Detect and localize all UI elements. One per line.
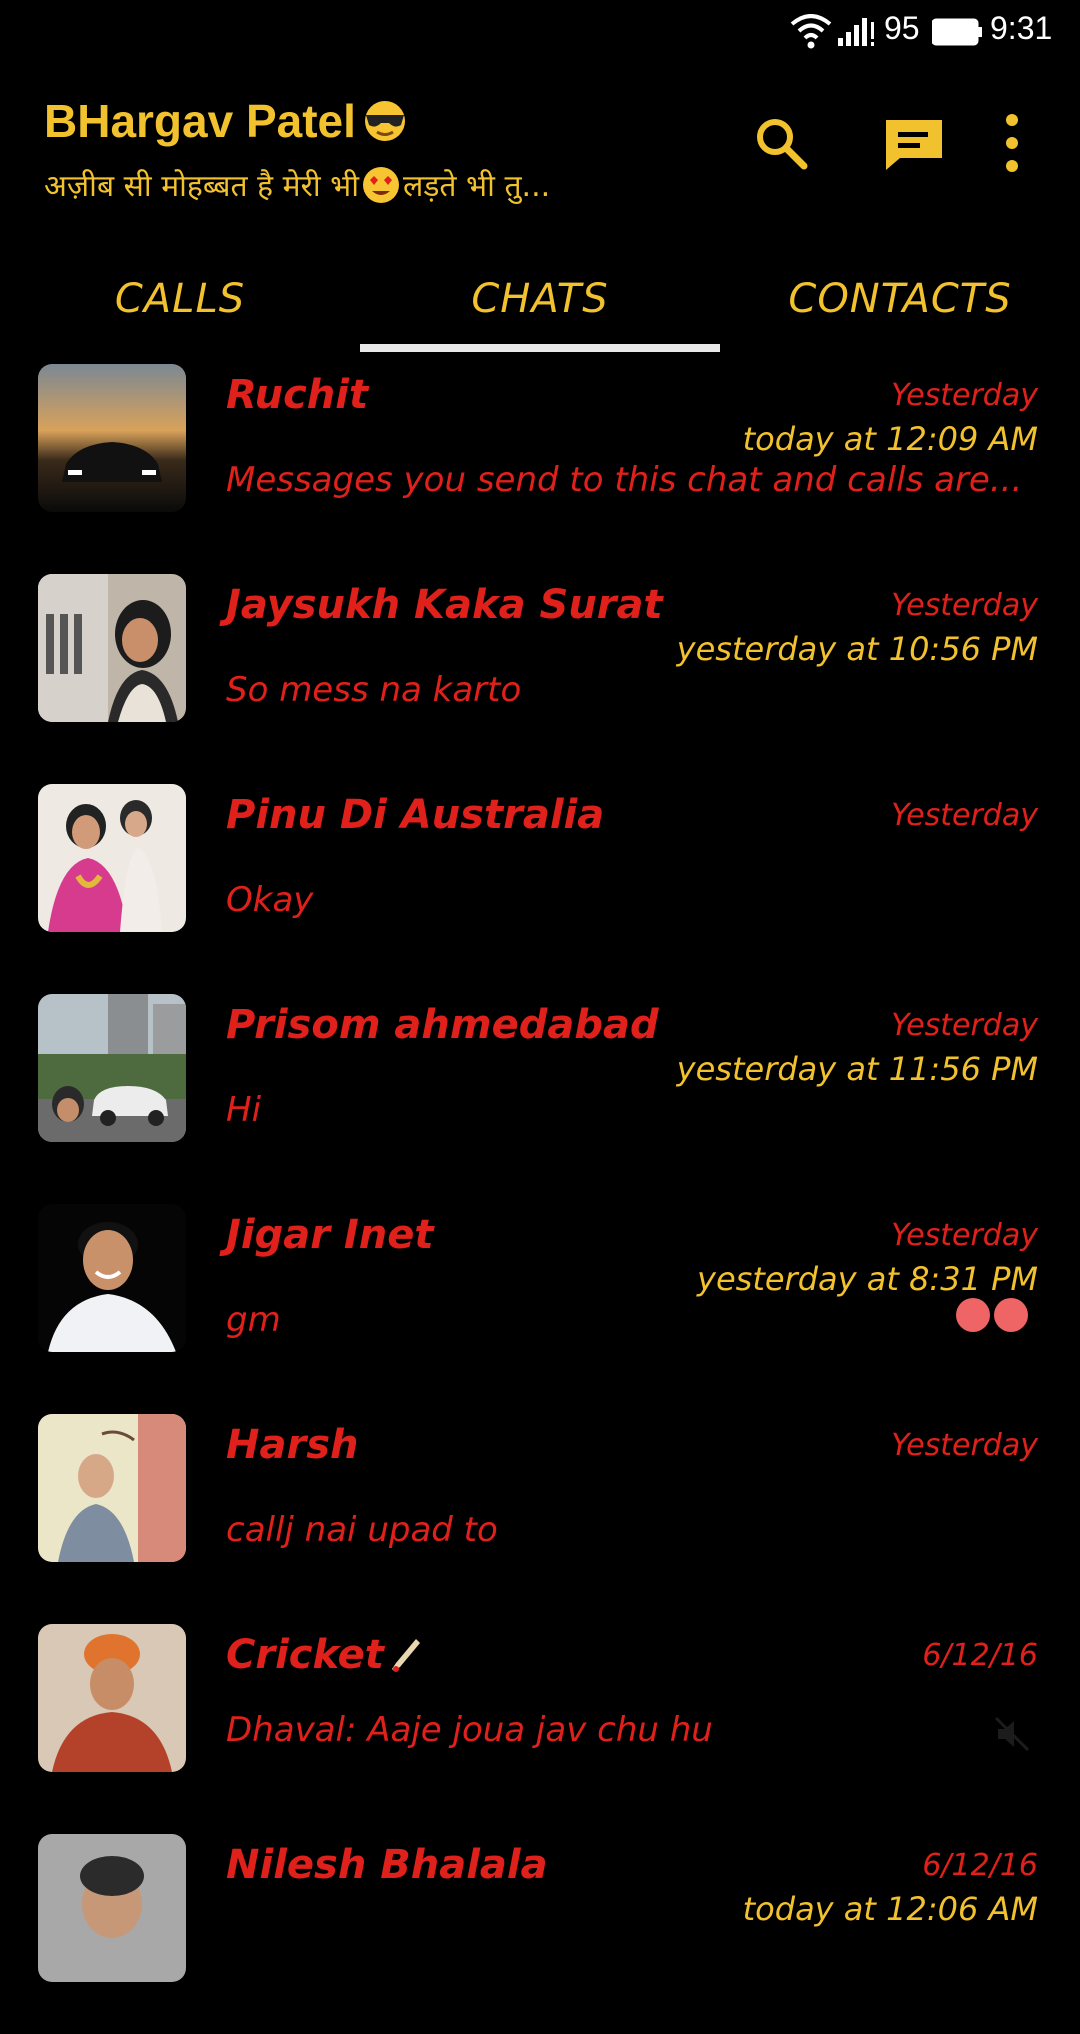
cricket-bat-icon (391, 1639, 420, 1672)
unread-indicator (956, 1298, 1028, 1332)
status-bar: 95 9:31 (0, 0, 1080, 64)
chat-row[interactable]: Ruchit Yesterday today at 12:09 AM Messa… (0, 354, 1080, 564)
status-time: 9:31 (990, 10, 1053, 46)
battery-icon (932, 18, 982, 46)
chat-name: Nilesh Bhalala (226, 1842, 548, 1888)
chat-preview: Dhaval: Aaje joua jav chu hu (226, 1710, 713, 1750)
avatar[interactable] (38, 1624, 186, 1772)
chat-seen: yesterday at 8:31 PM (697, 1260, 1038, 1298)
chat-date: Yesterday (891, 378, 1038, 413)
tab-contacts[interactable]: CONTACTS (720, 244, 1080, 354)
tab-calls[interactable]: CALLS (0, 244, 360, 354)
chat-preview: Okay (226, 880, 314, 920)
avatar[interactable] (38, 784, 186, 932)
chat-list: Ruchit Yesterday today at 12:09 AM Messa… (0, 354, 1080, 2034)
chat-seen: yesterday at 10:56 PM (676, 630, 1038, 668)
chat-date: 6/12/16 (922, 1638, 1038, 1673)
chat-date: Yesterday (891, 798, 1038, 833)
chat-row[interactable]: Pinu Di Australia Yesterday Okay (0, 774, 1080, 984)
chat-row[interactable]: Jaysukh Kaka Surat Yesterday yesterday a… (0, 564, 1080, 774)
chat-date: Yesterday (891, 588, 1038, 623)
profile-name: BHargav Patel (44, 95, 356, 147)
heart-eyes-emoji-icon (363, 166, 400, 203)
chat-preview: Messages you send to this chat and calls… (226, 460, 1023, 500)
chat-row[interactable]: Prisom ahmedabad Yesterday yesterday at … (0, 984, 1080, 1194)
status-text-2: लड़ते भी तु... (403, 169, 551, 204)
chat-date: 6/12/16 (922, 1848, 1038, 1883)
chat-name: Harsh (226, 1422, 359, 1468)
avatar[interactable] (38, 1834, 186, 1982)
chat-preview: callj nai upad to (226, 1510, 498, 1550)
avatar[interactable] (38, 574, 186, 722)
chat-seen: yesterday at 11:56 PM (676, 1050, 1038, 1088)
chat-row[interactable]: Cricket 6/12/16 Dhaval: Aaje joua jav ch… (0, 1614, 1080, 1824)
chat-row[interactable]: Jigar Inet Yesterday yesterday at 8:31 P… (0, 1194, 1080, 1404)
more-vert-icon[interactable] (994, 108, 1030, 178)
chat-date: Yesterday (891, 1428, 1038, 1463)
status-text-1: अज़ीब सी मोहब्बत है मेरी भी (44, 169, 360, 204)
avatar[interactable] (38, 1204, 186, 1352)
chat-seen: today at 12:06 AM (742, 1890, 1038, 1928)
app-header: BHargav Patel अज़ीब सी मोहब्बत है मेरी भ… (0, 64, 1080, 244)
signal-icon (838, 18, 874, 46)
avatar[interactable] (38, 364, 186, 512)
compose-icon[interactable] (880, 114, 948, 172)
chat-name: Jaysukh Kaka Surat (226, 582, 663, 628)
avatar[interactable] (38, 1414, 186, 1562)
chat-date: Yesterday (891, 1008, 1038, 1043)
chat-preview: Hi (226, 1090, 262, 1130)
wifi-icon (790, 14, 832, 49)
chat-row[interactable]: Nilesh Bhalala 6/12/16 today at 12:06 AM (0, 1824, 1080, 2034)
mute-icon (994, 1716, 1030, 1752)
battery-percent: 95 (884, 10, 920, 46)
sunglasses-emoji-icon (364, 101, 405, 141)
chat-seen: today at 12:09 AM (742, 420, 1038, 458)
chat-preview: gm (226, 1300, 281, 1340)
chat-row[interactable]: Harsh Yesterday callj nai upad to (0, 1404, 1080, 1614)
chat-name: Ruchit (226, 372, 369, 418)
profile-title[interactable]: BHargav Patel (44, 94, 410, 148)
chat-name: Cricket (226, 1632, 424, 1678)
chat-name-text: Cricket (226, 1632, 384, 1678)
tab-bar: CALLS CHATS CONTACTS (0, 244, 1080, 354)
chat-date: Yesterday (891, 1218, 1038, 1253)
chat-name: Pinu Di Australia (226, 792, 605, 838)
chat-name: Jigar Inet (226, 1212, 434, 1258)
profile-status: अज़ीब सी मोहब्बत है मेरी भी लड़ते भी तु.… (44, 164, 550, 205)
tab-chats[interactable]: CHATS (360, 244, 720, 354)
tab-indicator (360, 344, 720, 352)
search-icon[interactable] (752, 114, 810, 172)
chat-preview: So mess na karto (226, 670, 522, 710)
avatar[interactable] (38, 994, 186, 1142)
chat-name: Prisom ahmedabad (226, 1002, 659, 1048)
